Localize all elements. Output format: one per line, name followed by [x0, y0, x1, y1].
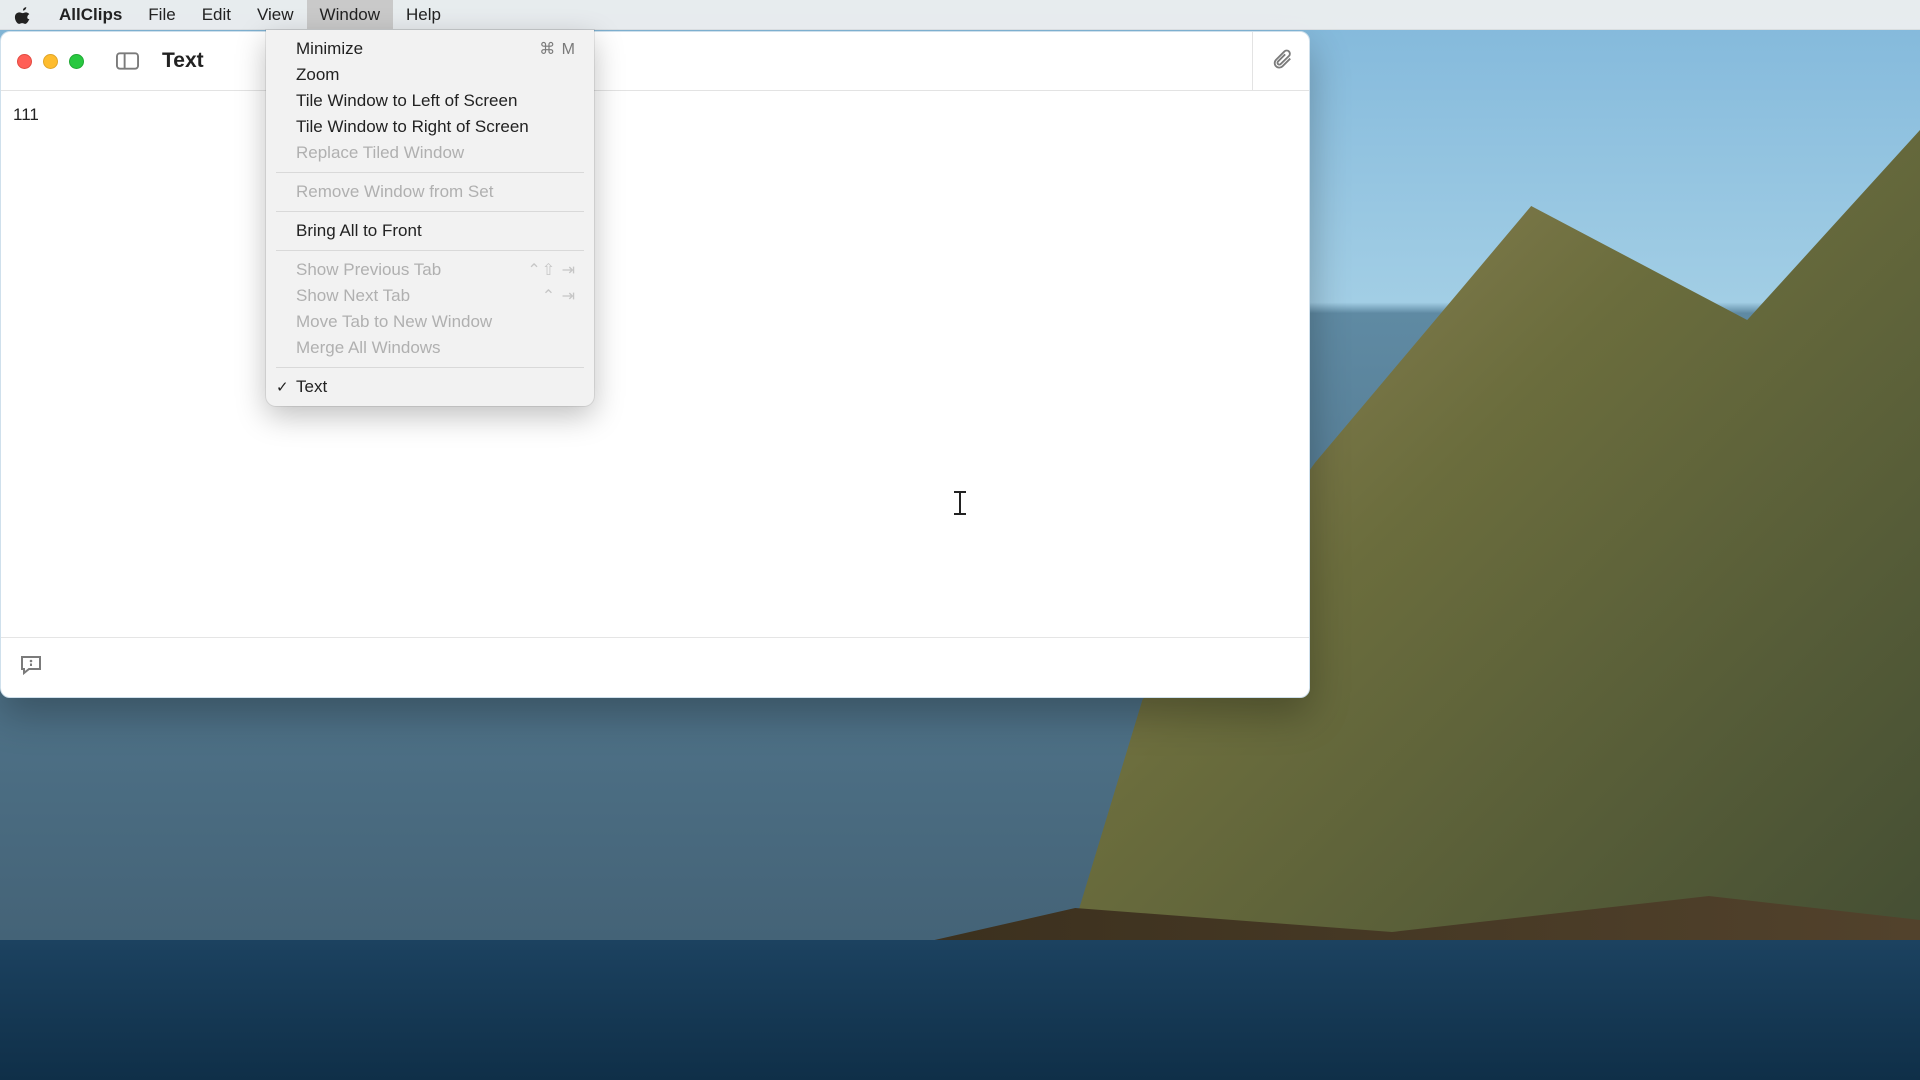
menu-separator	[276, 367, 584, 368]
menu-minimize[interactable]: Minimize ⌘ M	[266, 36, 594, 62]
footer-bar	[1, 637, 1309, 697]
menu-zoom[interactable]: Zoom	[266, 62, 594, 88]
menu-window-entry-text[interactable]: ✓ Text	[266, 374, 594, 400]
menu-app-name[interactable]: AllClips	[46, 0, 135, 29]
window-menu-dropdown: Minimize ⌘ M Zoom Tile Window to Left of…	[266, 30, 594, 406]
menu-edit[interactable]: Edit	[189, 0, 244, 29]
menu-replace-tiled-label: Replace Tiled Window	[296, 143, 464, 163]
menu-window-entry-label: Text	[296, 377, 327, 397]
menu-help[interactable]: Help	[393, 0, 454, 29]
checkmark-icon: ✓	[276, 378, 289, 396]
sidebar-icon	[116, 52, 139, 70]
menu-show-prev-tab-shortcut: ⌃⇧ ⇥	[527, 260, 576, 280]
menu-bring-all-front-label: Bring All to Front	[296, 221, 422, 241]
menu-merge-all-label: Merge All Windows	[296, 338, 441, 358]
menu-show-next-tab-label: Show Next Tab	[296, 286, 410, 306]
fullscreen-button[interactable]	[69, 54, 84, 69]
paperclip-icon	[1271, 48, 1293, 70]
apple-icon	[14, 6, 32, 24]
menu-tile-left[interactable]: Tile Window to Left of Screen	[266, 88, 594, 114]
document-text: 111	[13, 105, 39, 124]
desktop-water	[0, 940, 1920, 1080]
menu-minimize-label: Minimize	[296, 39, 363, 59]
menu-tile-right[interactable]: Tile Window to Right of Screen	[266, 114, 594, 140]
menu-merge-all: Merge All Windows	[266, 335, 594, 361]
menu-window[interactable]: Window	[307, 0, 393, 29]
window-title: Text	[162, 49, 204, 73]
apple-menu[interactable]	[0, 6, 46, 24]
traffic-lights	[17, 54, 84, 69]
text-cursor-icon	[953, 491, 967, 515]
menu-show-prev-tab-label: Show Previous Tab	[296, 260, 441, 280]
menu-minimize-shortcut: ⌘ M	[539, 39, 576, 59]
menu-show-next-tab-shortcut: ⌃ ⇥	[542, 286, 576, 306]
toolbar-separator	[1252, 32, 1253, 90]
titlebar: Text	[1, 32, 1309, 91]
menu-show-prev-tab: Show Previous Tab ⌃⇧ ⇥	[266, 257, 594, 283]
menu-remove-from-set: Remove Window from Set	[266, 179, 594, 205]
menubar: AllClips File Edit View Window Help	[0, 0, 1920, 30]
app-window: Text 111	[0, 31, 1310, 698]
menu-replace-tiled: Replace Tiled Window	[266, 140, 594, 166]
menu-zoom-label: Zoom	[296, 65, 339, 85]
menu-bring-all-front[interactable]: Bring All to Front	[266, 218, 594, 244]
menu-separator	[276, 172, 584, 173]
menu-separator	[276, 211, 584, 212]
menu-show-next-tab: Show Next Tab ⌃ ⇥	[266, 283, 594, 309]
comment-info-icon	[19, 654, 43, 676]
menu-file[interactable]: File	[135, 0, 188, 29]
menu-separator	[276, 250, 584, 251]
close-button[interactable]	[17, 54, 32, 69]
info-button[interactable]	[19, 654, 43, 681]
menu-move-tab-new-label: Move Tab to New Window	[296, 312, 492, 332]
sidebar-toggle-button[interactable]	[112, 49, 142, 73]
minimize-button[interactable]	[43, 54, 58, 69]
attachment-button[interactable]	[1271, 48, 1293, 75]
menu-tile-left-label: Tile Window to Left of Screen	[296, 91, 517, 111]
menu-move-tab-new: Move Tab to New Window	[266, 309, 594, 335]
menu-view[interactable]: View	[244, 0, 307, 29]
menu-remove-from-set-label: Remove Window from Set	[296, 182, 493, 202]
menu-tile-right-label: Tile Window to Right of Screen	[296, 117, 529, 137]
editor-content[interactable]: 111	[1, 91, 1309, 637]
